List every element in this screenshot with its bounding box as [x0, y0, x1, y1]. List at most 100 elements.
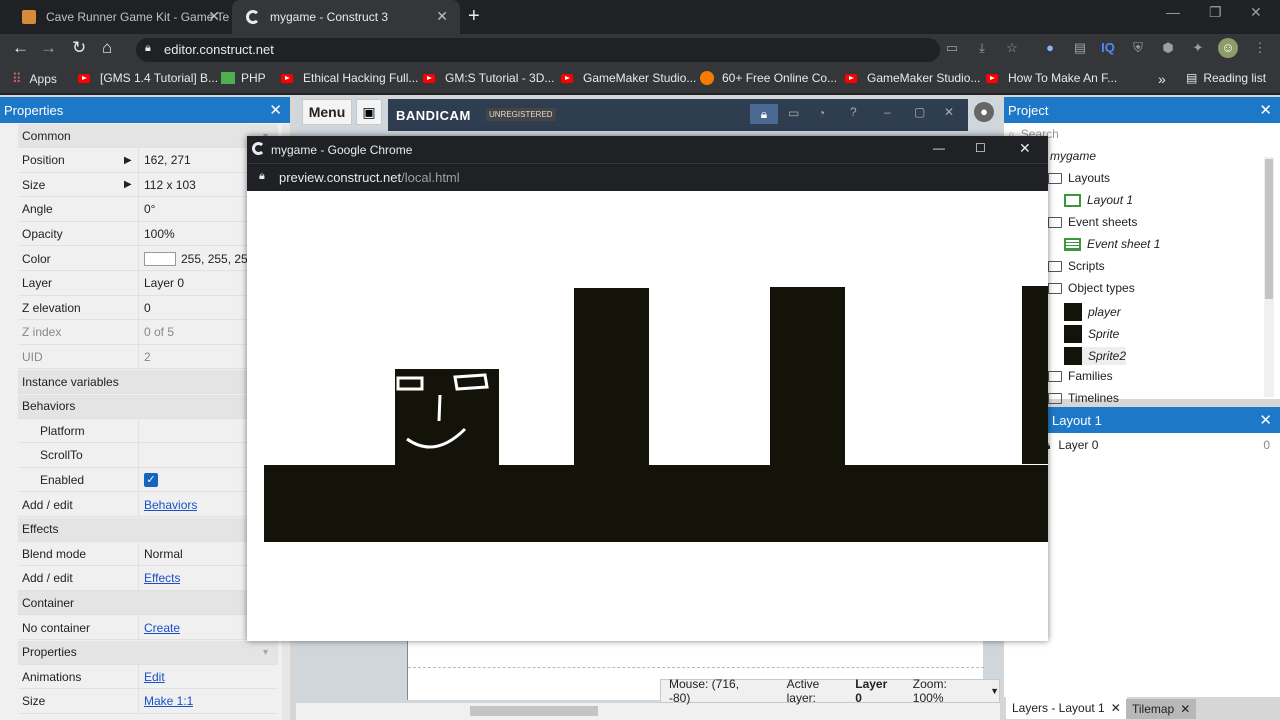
expand-arrow-icon[interactable]: ▶	[124, 155, 132, 166]
tree-item-sprite2[interactable]: Sprite2	[1064, 347, 1127, 365]
property-row[interactable]: Enabled ✓	[18, 467, 278, 493]
profile-avatar[interactable]: ☺	[1218, 38, 1238, 58]
bookmark-item[interactable]: How To Make An F...	[986, 71, 1117, 85]
close-tab-icon[interactable]: ✕	[208, 8, 220, 25]
property-row[interactable]: Color 255, 255, 255	[18, 246, 278, 271]
close-window-icon[interactable]: ✕	[1250, 4, 1262, 21]
close-tab-icon[interactable]: ✕	[436, 8, 448, 25]
collapse-icon[interactable]: ▼	[261, 647, 270, 657]
tree-item-sprite[interactable]: Sprite	[1064, 325, 1119, 343]
close-panel-icon[interactable]: ✕	[1259, 411, 1272, 429]
extension-iq-icon[interactable]: IQ	[1098, 38, 1118, 58]
bookmark-item[interactable]: GameMaker Studio...	[845, 71, 980, 85]
bookmark-apps[interactable]: ⠿ Apps	[12, 71, 57, 87]
close-panel-icon[interactable]: ✕	[1259, 101, 1272, 119]
tree-item-layout-1[interactable]: Layout 1	[1064, 193, 1133, 207]
reload-icon[interactable]: ↻	[72, 38, 86, 58]
bookmark-item[interactable]: GM:S Tutorial - 3D...	[423, 71, 554, 85]
extension-window-icon[interactable]: ▤	[1070, 38, 1090, 58]
address-bar[interactable]: 🔒︎ editor.construct.net	[136, 38, 940, 62]
tab-cave-runner[interactable]: Cave Runner Game Kit - Game Te ✕	[8, 0, 232, 34]
horizontal-scrollbar[interactable]	[296, 703, 1000, 720]
property-row[interactable]: Angle 0°	[18, 197, 278, 222]
account-icon[interactable]: ●	[974, 102, 994, 122]
lock-icon[interactable]: 🔒︎	[750, 104, 778, 124]
extension-shield-icon[interactable]: ⛨	[1128, 38, 1148, 58]
restore-icon[interactable]: ▢	[914, 105, 925, 119]
property-link[interactable]: Edit	[144, 670, 165, 684]
bookmark-item[interactable]: PHP	[221, 71, 266, 85]
property-row[interactable]: Opacity 100%	[18, 221, 278, 247]
property-row[interactable]: Z elevation 0	[18, 295, 278, 321]
color-swatch[interactable]	[144, 251, 176, 266]
tree-item-player[interactable]: player	[1064, 303, 1121, 321]
property-row[interactable]: Add / edit Behaviors	[18, 492, 278, 517]
clock-icon[interactable]: ◔	[818, 106, 825, 120]
folder-icon[interactable]: ▭	[788, 106, 799, 120]
new-tab-button[interactable]: +	[468, 5, 480, 28]
tab-layers[interactable]: Layers - Layout 1 ✕	[1006, 697, 1127, 719]
expand-arrow-icon[interactable]: ▶	[124, 179, 132, 190]
tree-item-layouts[interactable]: Layouts	[1048, 171, 1110, 185]
property-row[interactable]: Z index 0 of 5	[18, 320, 278, 345]
maximize-icon[interactable]: ❐	[1209, 4, 1222, 21]
forward-icon[interactable]: →	[40, 38, 57, 58]
main-menu-button[interactable]: Menu	[302, 99, 352, 125]
maximize-icon[interactable]: ☐	[975, 141, 986, 155]
preview-address-bar[interactable]: 🔒︎ preview.construct.net /local.html	[247, 163, 1048, 191]
property-row[interactable]: Position ▶ 162, 271	[18, 148, 278, 173]
property-value[interactable]: Edit	[138, 664, 278, 689]
minimize-icon[interactable]: –	[884, 105, 891, 119]
bookmark-star-icon[interactable]: ☆	[1002, 38, 1022, 58]
more-bookmarks-button[interactable]: »	[1158, 71, 1166, 87]
tree-item-object-types[interactable]: Object types	[1048, 281, 1135, 295]
property-link[interactable]: Effects	[144, 571, 180, 585]
extensions-puzzle-icon[interactable]: ✦	[1188, 38, 1208, 58]
property-link[interactable]: Create	[144, 621, 180, 635]
close-panel-icon[interactable]: ✕	[269, 101, 282, 119]
reading-list-button[interactable]: ▤ Reading list	[1186, 71, 1266, 85]
tree-root[interactable]: mygame	[1050, 149, 1096, 163]
install-app-icon[interactable]: ⤓	[972, 38, 992, 58]
tree-item-families[interactable]: Families	[1048, 369, 1113, 383]
save-icon[interactable]: ▣	[356, 99, 382, 125]
browser-menu-icon[interactable]: ⋮	[1250, 38, 1270, 58]
back-icon[interactable]: ←	[12, 38, 29, 58]
property-row[interactable]: Blend mode Normal	[18, 541, 278, 567]
property-row[interactable]: Size Make 1:1	[18, 689, 278, 714]
bookmark-item[interactable]: GameMaker Studio...	[561, 71, 696, 85]
property-row[interactable]: ScrollTo	[18, 443, 278, 468]
project-scrollbar[interactable]	[1264, 157, 1274, 397]
minimize-icon[interactable]: —	[933, 141, 945, 155]
property-link[interactable]: Make 1:1	[144, 694, 193, 708]
help-icon[interactable]: ?	[850, 105, 857, 119]
chevron-down-icon[interactable]: ▼	[990, 686, 999, 696]
property-value[interactable]: Make 1:1	[138, 689, 278, 714]
property-row[interactable]: Size ▶ 112 x 103	[18, 172, 278, 198]
enabled-checkbox[interactable]: ✓	[144, 472, 158, 487]
game-canvas[interactable]	[247, 191, 1048, 641]
tree-item-timelines[interactable]: Timelines	[1048, 391, 1119, 405]
tree-item-scripts[interactable]: Scripts	[1048, 259, 1105, 273]
bookmark-item[interactable]: 60+ Free Online Co...	[700, 71, 837, 85]
tab-mygame[interactable]: mygame - Construct 3 ✕	[232, 0, 460, 34]
close-icon[interactable]: ✕	[1019, 140, 1031, 157]
property-row[interactable]: Add / edit Effects	[18, 566, 278, 591]
minimize-icon[interactable]: —	[1166, 4, 1180, 20]
property-row[interactable]: Animations Edit	[18, 664, 278, 690]
close-tab-icon[interactable]: ✕	[1180, 702, 1190, 716]
layer-row[interactable]: 🔒︎ Layer 0 0	[1044, 435, 1276, 455]
property-link[interactable]: Behaviors	[144, 498, 197, 512]
property-row[interactable]: Platform	[18, 418, 278, 444]
property-row[interactable]: UID 2	[18, 344, 278, 370]
property-row[interactable]: No container Create	[18, 615, 278, 640]
property-row[interactable]: Layer Layer 0	[18, 271, 278, 296]
bookmark-item[interactable]: Ethical Hacking Full...	[281, 71, 418, 85]
bookmark-item[interactable]: [GMS 1.4 Tutorial] B...	[78, 71, 218, 85]
reading-mode-icon[interactable]: ▭	[942, 38, 962, 58]
home-icon[interactable]: ⌂	[102, 38, 112, 58]
extension-circle-icon[interactable]: ●	[1040, 38, 1060, 58]
tree-item-event-sheets[interactable]: Event sheets	[1048, 215, 1137, 229]
close-tab-icon[interactable]: ✕	[1111, 701, 1121, 715]
tree-item-event-sheet-1[interactable]: Event sheet 1	[1064, 237, 1160, 251]
